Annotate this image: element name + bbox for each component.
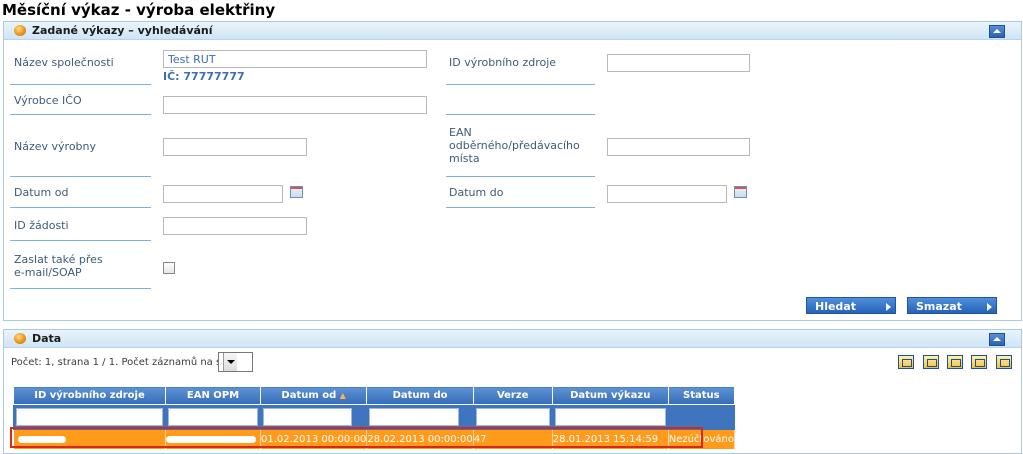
data-panel-title: Data (32, 332, 62, 345)
send-email-checkbox[interactable] (163, 262, 175, 274)
company-name-label: Název společnosti (14, 56, 114, 69)
status-cell: Nezúčtováno (668, 429, 735, 449)
ean-input[interactable] (607, 138, 750, 156)
date-to-cell: 28.02.2013 00:00:00 (366, 429, 474, 449)
divider (446, 176, 595, 177)
divider (10, 84, 151, 85)
send-email-label-line2: e-mail/SOAP (14, 266, 82, 279)
clear-button[interactable]: Smazat (907, 297, 997, 314)
plant-name-label: Název výrobny (14, 140, 97, 153)
collapse-icon[interactable] (989, 25, 1005, 38)
send-email-label-line1: Zaslat také přes (14, 253, 103, 266)
search-panel-title: Zadané výkazy – vyhledávání (32, 24, 213, 37)
filter-input[interactable] (168, 408, 258, 426)
filter-row (13, 404, 735, 430)
column-header[interactable]: Datum do (366, 386, 474, 405)
request-id-label: ID žádosti (14, 219, 69, 232)
ic-text: IČ: 77777777 (163, 70, 245, 83)
date-from-input[interactable] (163, 185, 283, 203)
column-header[interactable]: Status (667, 386, 735, 405)
ean-label-line1: EAN (449, 126, 472, 139)
ean-cell (165, 429, 261, 449)
results-table: ID výrobního zdroje EAN OPM Datum od ▲ D… (13, 386, 735, 449)
source-id-cell (13, 429, 166, 449)
collapse-icon[interactable] (989, 333, 1005, 346)
calendar-icon[interactable] (290, 186, 303, 198)
data-panel-header[interactable]: Data (4, 330, 1021, 348)
divider (446, 114, 595, 115)
redacted-block (17, 435, 66, 443)
source-id-input[interactable] (607, 54, 750, 72)
column-header[interactable]: ID výrobního zdroje (13, 386, 166, 405)
page-size-select[interactable]: 10 (218, 352, 253, 372)
filter-input[interactable] (16, 408, 163, 426)
divider (446, 207, 595, 208)
filter-input[interactable] (369, 408, 460, 426)
version-cell: 47 (473, 429, 553, 449)
divider (10, 288, 151, 289)
search-button[interactable]: Hledat (806, 297, 896, 314)
arrow-right-icon (987, 303, 992, 311)
report-date-cell: 28.01.2013 15:14:59 (552, 429, 669, 449)
panel-bullet-icon (14, 25, 26, 36)
date-from-cell: 01.02.2013 00:00:00 (260, 429, 368, 449)
divider (10, 240, 151, 241)
ean-label-line2: odběrného/předávacího (449, 139, 580, 152)
page-title: Měsíční výkaz - výroba elektřiny (2, 1, 276, 19)
producer-ico-label: Výrobce IČO (14, 94, 82, 107)
import-icon[interactable] (971, 355, 987, 369)
table-row[interactable]: 01.02.2013 00:00:00 28.02.2013 00:00:00 … (13, 429, 735, 449)
edit-icon[interactable] (923, 355, 939, 369)
company-name-input[interactable] (163, 50, 427, 68)
panel-bullet-icon (14, 333, 26, 344)
plant-name-input[interactable] (163, 138, 307, 156)
divider (10, 207, 151, 208)
date-from-label: Datum od (14, 186, 69, 199)
sort-ascending-icon: ▲ (339, 391, 346, 400)
divider (10, 176, 151, 177)
table-header-row: ID výrobního zdroje EAN OPM Datum od ▲ D… (13, 386, 735, 405)
request-id-input[interactable] (163, 217, 307, 235)
column-header[interactable]: Datum výkazu (551, 386, 669, 405)
arrow-right-icon (886, 303, 891, 311)
search-panel-header[interactable]: Zadané výkazy – vyhledávání (4, 22, 1021, 40)
filter-input[interactable] (475, 408, 550, 426)
column-header[interactable]: EAN OPM (165, 386, 261, 405)
divider (10, 114, 151, 115)
calendar-icon[interactable] (734, 186, 747, 198)
redacted-block (166, 435, 256, 443)
ean-label-line3: místa (449, 152, 480, 165)
date-to-label: Datum do (449, 186, 504, 199)
source-id-label: ID výrobního zdroje (449, 56, 557, 69)
divider (446, 84, 595, 85)
export-xml-icon[interactable] (947, 355, 963, 369)
producer-ico-input[interactable] (163, 96, 427, 114)
column-header[interactable]: Datum od ▲ (259, 386, 368, 405)
date-to-input[interactable] (607, 185, 727, 203)
chevron-down-icon[interactable] (223, 353, 237, 371)
filter-input[interactable] (554, 408, 666, 426)
filter-input[interactable] (263, 408, 352, 426)
print-icon[interactable] (996, 355, 1012, 369)
export-icon[interactable] (898, 355, 914, 369)
column-header[interactable]: Verze (472, 386, 553, 405)
